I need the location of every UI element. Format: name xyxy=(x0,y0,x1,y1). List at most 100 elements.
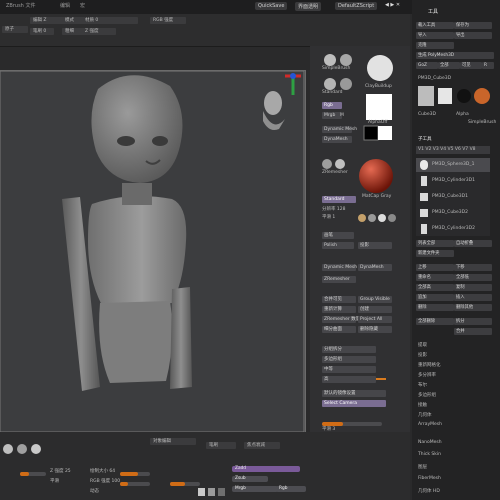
subtool-action[interactable]: 上移 xyxy=(416,264,454,271)
all-button[interactable]: 全部 xyxy=(438,62,460,69)
save-as-button[interactable]: 保存为 xyxy=(454,22,492,29)
visible-button[interactable]: 可见 xyxy=(460,62,482,69)
toolbar-button[interactable]: 笔刷 xyxy=(206,442,236,449)
menu-item[interactable]: NanoMesh xyxy=(418,440,442,445)
zremesher-button[interactable]: ZRemesher xyxy=(322,276,356,283)
zsub-pill[interactable]: Zsub xyxy=(232,476,268,482)
r-button[interactable]: R xyxy=(482,62,494,69)
brush-sphere-icon xyxy=(322,159,332,169)
panel-button[interactable]: Dynamic Mesh xyxy=(322,126,357,133)
subtool-action[interactable]: 全部高 xyxy=(416,284,454,291)
rgb-button[interactable]: Rgb xyxy=(322,102,342,109)
quicksave-button[interactable]: QuickSave xyxy=(255,2,288,10)
subtool-row[interactable]: PM3D_Cylinder3D2 xyxy=(416,222,490,236)
menu-item[interactable]: 多边形组 xyxy=(418,392,436,398)
standard-button[interactable]: Standard xyxy=(322,196,356,203)
menu-item[interactable]: ArrayMesh xyxy=(418,422,442,427)
panel-button[interactable]: Project All xyxy=(358,316,392,323)
subtool-action[interactable]: 新建文件夹 xyxy=(416,250,454,257)
panel-button[interactable]: 多边形组 xyxy=(322,356,376,363)
goz-button[interactable]: GoZ xyxy=(416,62,438,69)
panel-button[interactable]: 合并可见 xyxy=(322,296,356,303)
panel-button[interactable]: 高 xyxy=(322,376,376,383)
subtool-row[interactable]: PM3D_Sphere3D_1 xyxy=(416,158,490,172)
intensity-slider[interactable] xyxy=(20,472,46,476)
dynamesh-button[interactable]: Dynamic Mesh xyxy=(322,264,357,271)
panel-button[interactable]: 中等 xyxy=(322,366,376,373)
menu-item[interactable]: 提取 xyxy=(418,342,427,348)
toolbar-button[interactable]: 编辑 Z xyxy=(30,17,64,24)
zadd-pill[interactable]: Zadd xyxy=(232,466,300,472)
subtool-action[interactable]: 列表全部 xyxy=(416,240,454,247)
menu-item[interactable]: 编辑 xyxy=(60,2,70,9)
mrgb-pill[interactable]: Mrgb xyxy=(232,486,278,492)
panel-button[interactable]: 细分曲面 xyxy=(322,326,356,333)
toolbar-button[interactable]: RGB 强度 xyxy=(150,17,186,24)
subtool-action[interactable]: 拆分 xyxy=(454,318,492,325)
panel-button[interactable]: 创建 xyxy=(358,306,392,313)
subtool-action[interactable]: 重命名 xyxy=(416,274,454,281)
toolbar-button[interactable]: 焦点衰减 xyxy=(244,442,280,449)
subtool-action[interactable]: 合并 xyxy=(454,328,492,335)
subtool-action[interactable]: 删除 xyxy=(416,304,454,311)
menu-item[interactable]: 多分辨率 xyxy=(418,372,436,378)
rgb-pill[interactable]: Rgb xyxy=(276,486,306,492)
subtool-row[interactable]: PM3D_Cylinder3D1 xyxy=(416,174,490,188)
subtool-action[interactable]: 全部删除 xyxy=(416,318,454,325)
orientation-gizmo[interactable] xyxy=(255,71,305,141)
default-zscript-button[interactable]: DefaultZScript xyxy=(335,2,378,10)
subtool-row[interactable]: PM3D_Cube3D2 xyxy=(416,206,490,220)
toolbar-button[interactable]: Z 强度 xyxy=(82,28,116,35)
toolbar-button[interactable]: 笔刷 0 xyxy=(30,28,54,35)
panel-button[interactable]: Polish xyxy=(322,242,354,249)
menu-item[interactable]: 接触 xyxy=(418,402,427,408)
export-button[interactable]: 导出 xyxy=(454,32,492,39)
brush-sphere-icon xyxy=(335,159,345,169)
subtool-row[interactable]: PM3D_Cube3D1 xyxy=(416,190,490,204)
subtool-action[interactable]: 全部低 xyxy=(454,274,492,281)
mrgb-button[interactable]: Mrgb xyxy=(322,112,342,119)
load-tool-button[interactable]: 载入工具 xyxy=(416,22,454,29)
panel-button[interactable]: 重新计算 xyxy=(322,306,356,313)
clone-button[interactable]: 克隆 xyxy=(416,42,454,49)
menu-item[interactable]: ZBrush 文件 xyxy=(6,2,35,9)
subtool-header[interactable]: 子工具 xyxy=(418,136,432,142)
panel-button[interactable]: ZRemesher 数量 xyxy=(322,316,360,323)
subtool-action[interactable]: 下移 xyxy=(454,264,492,271)
dock-arrows-icon[interactable]: ◀ ▶ ✕ xyxy=(385,2,400,8)
panel-button[interactable]: Group Visible xyxy=(358,296,392,303)
menu-item[interactable]: 布尔 xyxy=(418,382,427,388)
subtool-action[interactable]: 删除其他 xyxy=(454,304,492,311)
menu-item[interactable]: 几何体 HD xyxy=(418,488,440,494)
mirror-settings-button[interactable]: 默认的镜像设置 xyxy=(322,390,386,397)
panel-button[interactable]: 投影 xyxy=(358,242,392,249)
select-camera-button[interactable]: Select Camera xyxy=(322,400,386,407)
menu-item[interactable]: 几何体 xyxy=(418,412,432,418)
subtool-action[interactable]: 复制 xyxy=(454,284,492,291)
tool-panel-title: 工具 xyxy=(428,9,439,15)
menu-item[interactable]: 投影 xyxy=(418,352,427,358)
make-polymesh-button[interactable]: 生成 PolyMesh3D xyxy=(416,52,494,59)
3d-viewport[interactable] xyxy=(0,70,306,434)
rgb-intensity-slider[interactable] xyxy=(120,482,150,486)
dynamesh-toggle[interactable]: DynaMesh xyxy=(358,264,392,271)
draw-size-slider[interactable] xyxy=(120,472,150,476)
menu-item[interactable]: 图层 xyxy=(418,464,427,470)
menu-item[interactable]: FiberMesh xyxy=(418,476,441,481)
toolbar-button[interactable]: 原子 xyxy=(2,26,28,33)
menu-item[interactable]: 重新网格化 xyxy=(418,362,441,368)
subtool-action[interactable]: 插入 xyxy=(454,294,492,301)
import-button[interactable]: 导入 xyxy=(416,32,454,39)
toolbar-button[interactable]: 材质 0 xyxy=(82,17,138,24)
subtool-action[interactable]: 自动折叠 xyxy=(454,240,492,247)
panel-button[interactable]: DynaMesh xyxy=(322,136,352,143)
panel-button[interactable]: 画笔 xyxy=(322,232,354,239)
toolbar-button[interactable]: 对象编辑 xyxy=(150,438,196,445)
menu-item[interactable]: Thick Skin xyxy=(418,452,441,457)
subtool-action[interactable]: 追加 xyxy=(416,294,454,301)
panel-button[interactable]: 分组拆分 xyxy=(322,346,376,353)
menu-item[interactable]: 宏 xyxy=(80,2,85,9)
panel-button[interactable]: 删除隐藏 xyxy=(358,326,392,333)
subtool-list[interactable]: PM3D_Sphere3D_1 PM3D_Cylinder3D1 PM3D_Cu… xyxy=(416,158,490,236)
transparency-button[interactable]: 界面透明 xyxy=(295,2,322,11)
